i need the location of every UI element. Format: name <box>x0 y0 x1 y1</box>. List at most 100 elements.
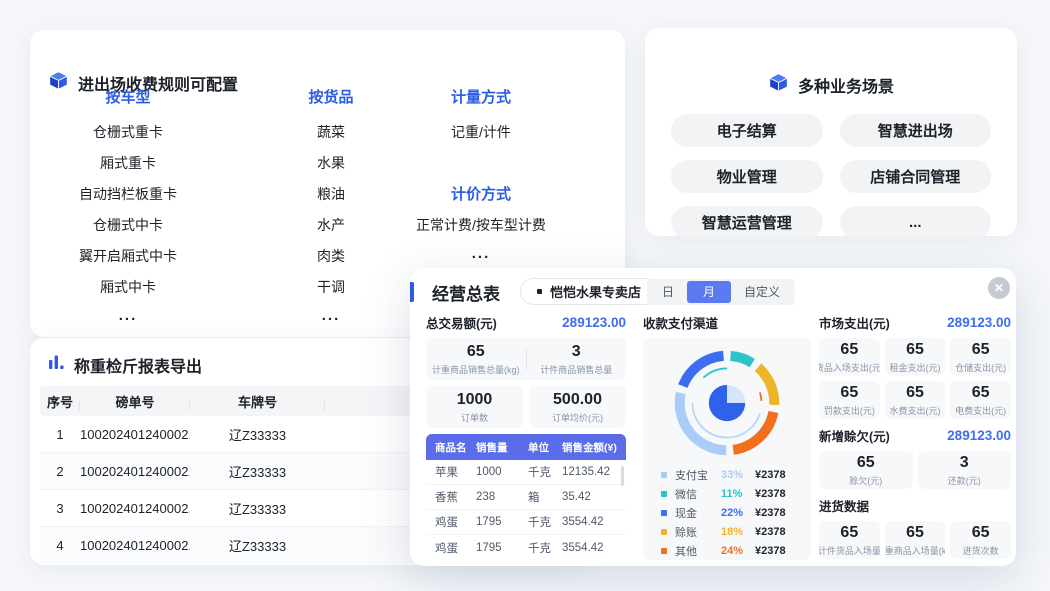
stat-label: 订单数 <box>461 411 488 424</box>
summary-panel-title: 经营总表 <box>432 280 500 305</box>
close-icon[interactable]: ✕ <box>988 277 1010 299</box>
total-transaction-label: 总交易额(元) <box>426 313 497 332</box>
market-expense-label: 市场支出(元) <box>819 313 890 332</box>
legend-amount: ¥2378 <box>755 545 786 557</box>
legend-amount: ¥2378 <box>755 488 786 500</box>
stat-value: 65 <box>467 343 485 361</box>
donut-legend: 支付宝 33% ¥2378 微信 11% ¥2378 现金 22% ¥2378 <box>643 465 811 560</box>
scene-button-smart-entry-exit[interactable]: 智慧进出场 <box>840 114 992 147</box>
tab-custom[interactable]: 自定义 <box>731 281 793 303</box>
legend-item: 现金 22% ¥2378 <box>661 503 793 522</box>
stat-value: 65 <box>857 454 875 472</box>
column-header-ticket-no: 磅单号 <box>80 392 190 411</box>
cell-product: 鸡蛋 <box>426 514 476 530</box>
stat-label: 进货次数 <box>963 544 999 557</box>
payment-channels-column: 收款支付渠道 支付宝 33% ¥2378 <box>643 314 811 560</box>
legend-name: 支付宝 <box>675 467 721 483</box>
vehicle-type-item: 厢式中卡 <box>48 272 208 303</box>
stat-value: 65 <box>906 341 924 359</box>
legend-percent: 22% <box>721 507 755 519</box>
stat-label: 电费支出(元) <box>955 404 1006 417</box>
table-scrollbar[interactable] <box>621 466 624 486</box>
column-header-amount: 销售金额(¥) <box>562 440 626 455</box>
legend-swatch <box>661 510 667 516</box>
goods-item: 肉类 <box>251 241 411 272</box>
measure-pricing-column: 计量方式 记重/计件 计价方式 正常计费/按车型计费 ... <box>396 86 566 272</box>
tab-day[interactable]: 日 <box>649 281 687 303</box>
cell-quantity: 1000 <box>476 466 528 478</box>
stat-card: 65 计重商品入场量(kg) <box>885 521 946 559</box>
scene-button-more[interactable]: ... <box>840 206 992 239</box>
store-selector[interactable]: 恺恺水果专卖店 <box>520 278 658 305</box>
legend-item: 支付宝 33% ¥2378 <box>661 465 793 484</box>
stat-card: 65 计件货品入场量 <box>819 521 880 559</box>
stat-card: 65 租金支出(元) <box>885 338 946 376</box>
legend-name: 赊账 <box>675 524 721 540</box>
payment-donut: 支付宝 33% ¥2378 微信 11% ¥2378 现金 22% ¥2378 <box>643 338 811 560</box>
cell-plate-no: 辽Z33333 <box>190 499 325 518</box>
sales-volume-card: 65 计重商品销售总量(kg) 3 计件商品销售总量 <box>426 338 626 380</box>
stat-card: 65 进货次数 <box>950 521 1011 559</box>
legend-amount: ¥2378 <box>755 507 786 519</box>
legend-name: 现金 <box>675 505 721 521</box>
period-tabs: 日 月 自定义 <box>647 279 795 305</box>
cell-amount: 12135.42 <box>562 466 626 478</box>
stat-label: 水费支出(元) <box>889 404 940 417</box>
scene-button-electronic-settlement[interactable]: 电子结算 <box>671 114 823 147</box>
stat-card: 3 还款(元) <box>918 451 1012 489</box>
stat-value: 65 <box>840 341 858 359</box>
market-expense-value: 289123.00 <box>947 315 1011 330</box>
market-expense-cards: 65 货品入场支出(元) 65 租金支出(元) 65 仓储支出(元) 65 罚款… <box>819 338 1011 419</box>
goods-item: 水果 <box>251 148 411 179</box>
order-count-card: 1000 订单数 <box>426 386 523 428</box>
goods-item: 蔬菜 <box>251 117 411 148</box>
table-row: 苹果 1000 千克 12135.42 <box>426 460 626 485</box>
stat-label: 还款(元) <box>948 474 981 487</box>
scene-buttons-grid: 电子结算 智慧进出场 物业管理 店铺合同管理 智慧运营管理 ... <box>671 114 991 239</box>
stat-value: 3 <box>960 454 969 472</box>
stat-label: 仓储支出(元) <box>955 361 1006 374</box>
store-dot-icon <box>537 289 542 294</box>
measure-method-value: 记重/计件 <box>396 117 566 148</box>
legend-swatch <box>661 548 667 554</box>
goods-item: 水产 <box>251 210 411 241</box>
scene-button-property-management[interactable]: 物业管理 <box>671 160 823 193</box>
column-header-seq: 序号 <box>40 392 80 411</box>
stat-label: 货品入场支出(元) <box>819 361 880 374</box>
scene-button-smart-operation[interactable]: 智慧运营管理 <box>671 206 823 239</box>
legend-amount: ¥2378 <box>755 526 786 538</box>
purchase-data-label: 进货数据 <box>819 496 869 515</box>
cell-product: 苹果 <box>426 464 476 480</box>
stat-value: 65 <box>972 384 990 402</box>
stat-value: 500.00 <box>553 391 602 409</box>
cell-unit: 箱 <box>528 489 562 505</box>
cell-plate-no: 辽Z33333 <box>190 536 325 555</box>
product-table-header-row: 商品名 销售量 单位 销售金额(¥) <box>426 434 626 460</box>
scene-button-shop-contract[interactable]: 店铺合同管理 <box>840 160 992 193</box>
cell-seq: 4 <box>40 538 80 553</box>
business-summary-panel: 经营总表 恺恺水果专卖店 日 月 自定义 ✕ 总交易额(元) 289123.00… <box>410 268 1016 566</box>
cube-icon <box>768 72 789 98</box>
legend-item: 其他 24% ¥2378 <box>661 541 793 560</box>
table-row: 鸡蛋 1795 千克 3554.42 <box>426 535 626 560</box>
cell-seq: 2 <box>40 464 80 479</box>
pricing-method-header: 计价方式 <box>396 179 566 210</box>
business-scenes-panel: 多种业务场景 电子结算 智慧进出场 物业管理 店铺合同管理 智慧运营管理 ... <box>645 28 1017 236</box>
stat-card: 65 电费支出(元) <box>950 381 1011 419</box>
legend-percent: 18% <box>721 526 755 538</box>
cell-amount: 3554.42 <box>562 542 626 554</box>
pricing-method-value: 正常计费/按车型计费 <box>396 210 566 241</box>
stat-value: 65 <box>840 384 858 402</box>
vehicle-type-column: 按车型 仓栅式重卡 厢式重卡 自动挡栏板重卡 仓栅式中卡 翼开启厢式中卡 厢式中… <box>48 86 208 334</box>
stat-label: 订单均价(元) <box>552 411 603 424</box>
bar-chart-icon <box>48 354 65 376</box>
goods-item: 粮油 <box>251 179 411 210</box>
order-average-card: 500.00 订单均价(元) <box>529 386 626 428</box>
stat-card: 65 仓储支出(元) <box>950 338 1011 376</box>
column-header-product: 商品名 <box>426 440 476 455</box>
tab-month[interactable]: 月 <box>687 281 731 303</box>
cell-seq: 3 <box>40 501 80 516</box>
purchase-cards: 65 计件货品入场量 65 计重商品入场量(kg) 65 进货次数 <box>819 521 1011 559</box>
total-transaction-value: 289123.00 <box>562 315 626 330</box>
legend-swatch <box>661 472 667 478</box>
